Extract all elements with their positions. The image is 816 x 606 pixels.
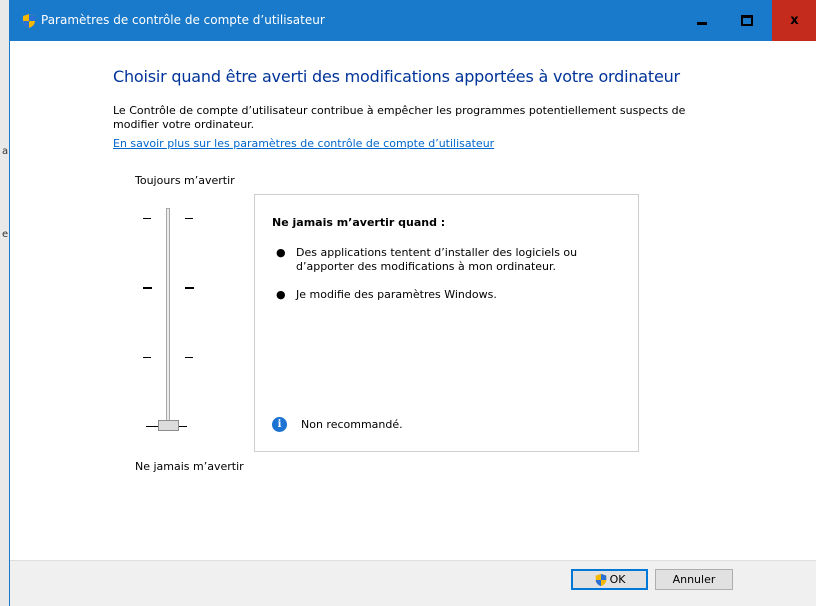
slider-tick: [146, 426, 158, 427]
slider-tick: [185, 218, 193, 219]
slider-track[interactable]: [166, 208, 170, 430]
list-item: ● Je modifie des paramètres Windows.: [276, 288, 497, 301]
uac-shield-icon: [595, 573, 606, 586]
slider-tick: [185, 287, 194, 289]
panel-title: Ne jamais m’avertir quand :: [272, 216, 446, 229]
slider-top-label: Toujours m’avertir: [135, 174, 235, 187]
slider-thumb[interactable]: [158, 420, 179, 431]
uac-settings-window: Paramètres de contrôle de compte d’utili…: [9, 0, 816, 606]
page-description: Le Contrôle de compte d’utilisateur cont…: [113, 104, 686, 131]
window-title: Paramètres de contrôle de compte d’utili…: [41, 13, 325, 27]
slider-tick: [185, 357, 193, 358]
slider-tick: [143, 357, 151, 358]
level-description-panel: Ne jamais m’avertir quand : ● Des applica…: [254, 194, 639, 452]
background-text-fragment: a: [2, 146, 9, 157]
uac-shield-icon: [23, 14, 35, 28]
cancel-button[interactable]: Annuler: [655, 569, 733, 590]
page-heading: Choisir quand être averti des modificati…: [113, 67, 680, 86]
minimize-button[interactable]: [679, 0, 724, 41]
slider-tick: [143, 287, 152, 289]
recommendation-note: i Non recommandé.: [272, 416, 403, 432]
minimize-icon: [696, 22, 707, 25]
ok-button-label: OK: [609, 573, 626, 586]
notification-level-slider[interactable]: [140, 206, 210, 436]
slider-tick: [179, 426, 187, 427]
background-text-fragment: e: [2, 229, 9, 240]
title-bar[interactable]: Paramètres de contrôle de compte d’utili…: [10, 0, 816, 41]
info-icon: i: [272, 416, 287, 432]
learn-more-link[interactable]: En savoir plus sur les paramètres de con…: [113, 137, 494, 150]
slider-bottom-label: Ne jamais m’avertir: [135, 460, 244, 473]
close-icon: x: [790, 13, 799, 28]
maximize-button[interactable]: [724, 0, 769, 41]
slider-tick: [143, 218, 151, 219]
recommendation-text: Non recommandé.: [301, 417, 403, 431]
panel-list: ● Des applications tentent d’installer de…: [272, 246, 612, 316]
close-button[interactable]: x: [772, 0, 816, 41]
list-item: ● Des applications tentent d’installer de…: [276, 246, 578, 273]
maximize-icon: [740, 15, 753, 26]
ok-button[interactable]: OK: [571, 569, 648, 590]
